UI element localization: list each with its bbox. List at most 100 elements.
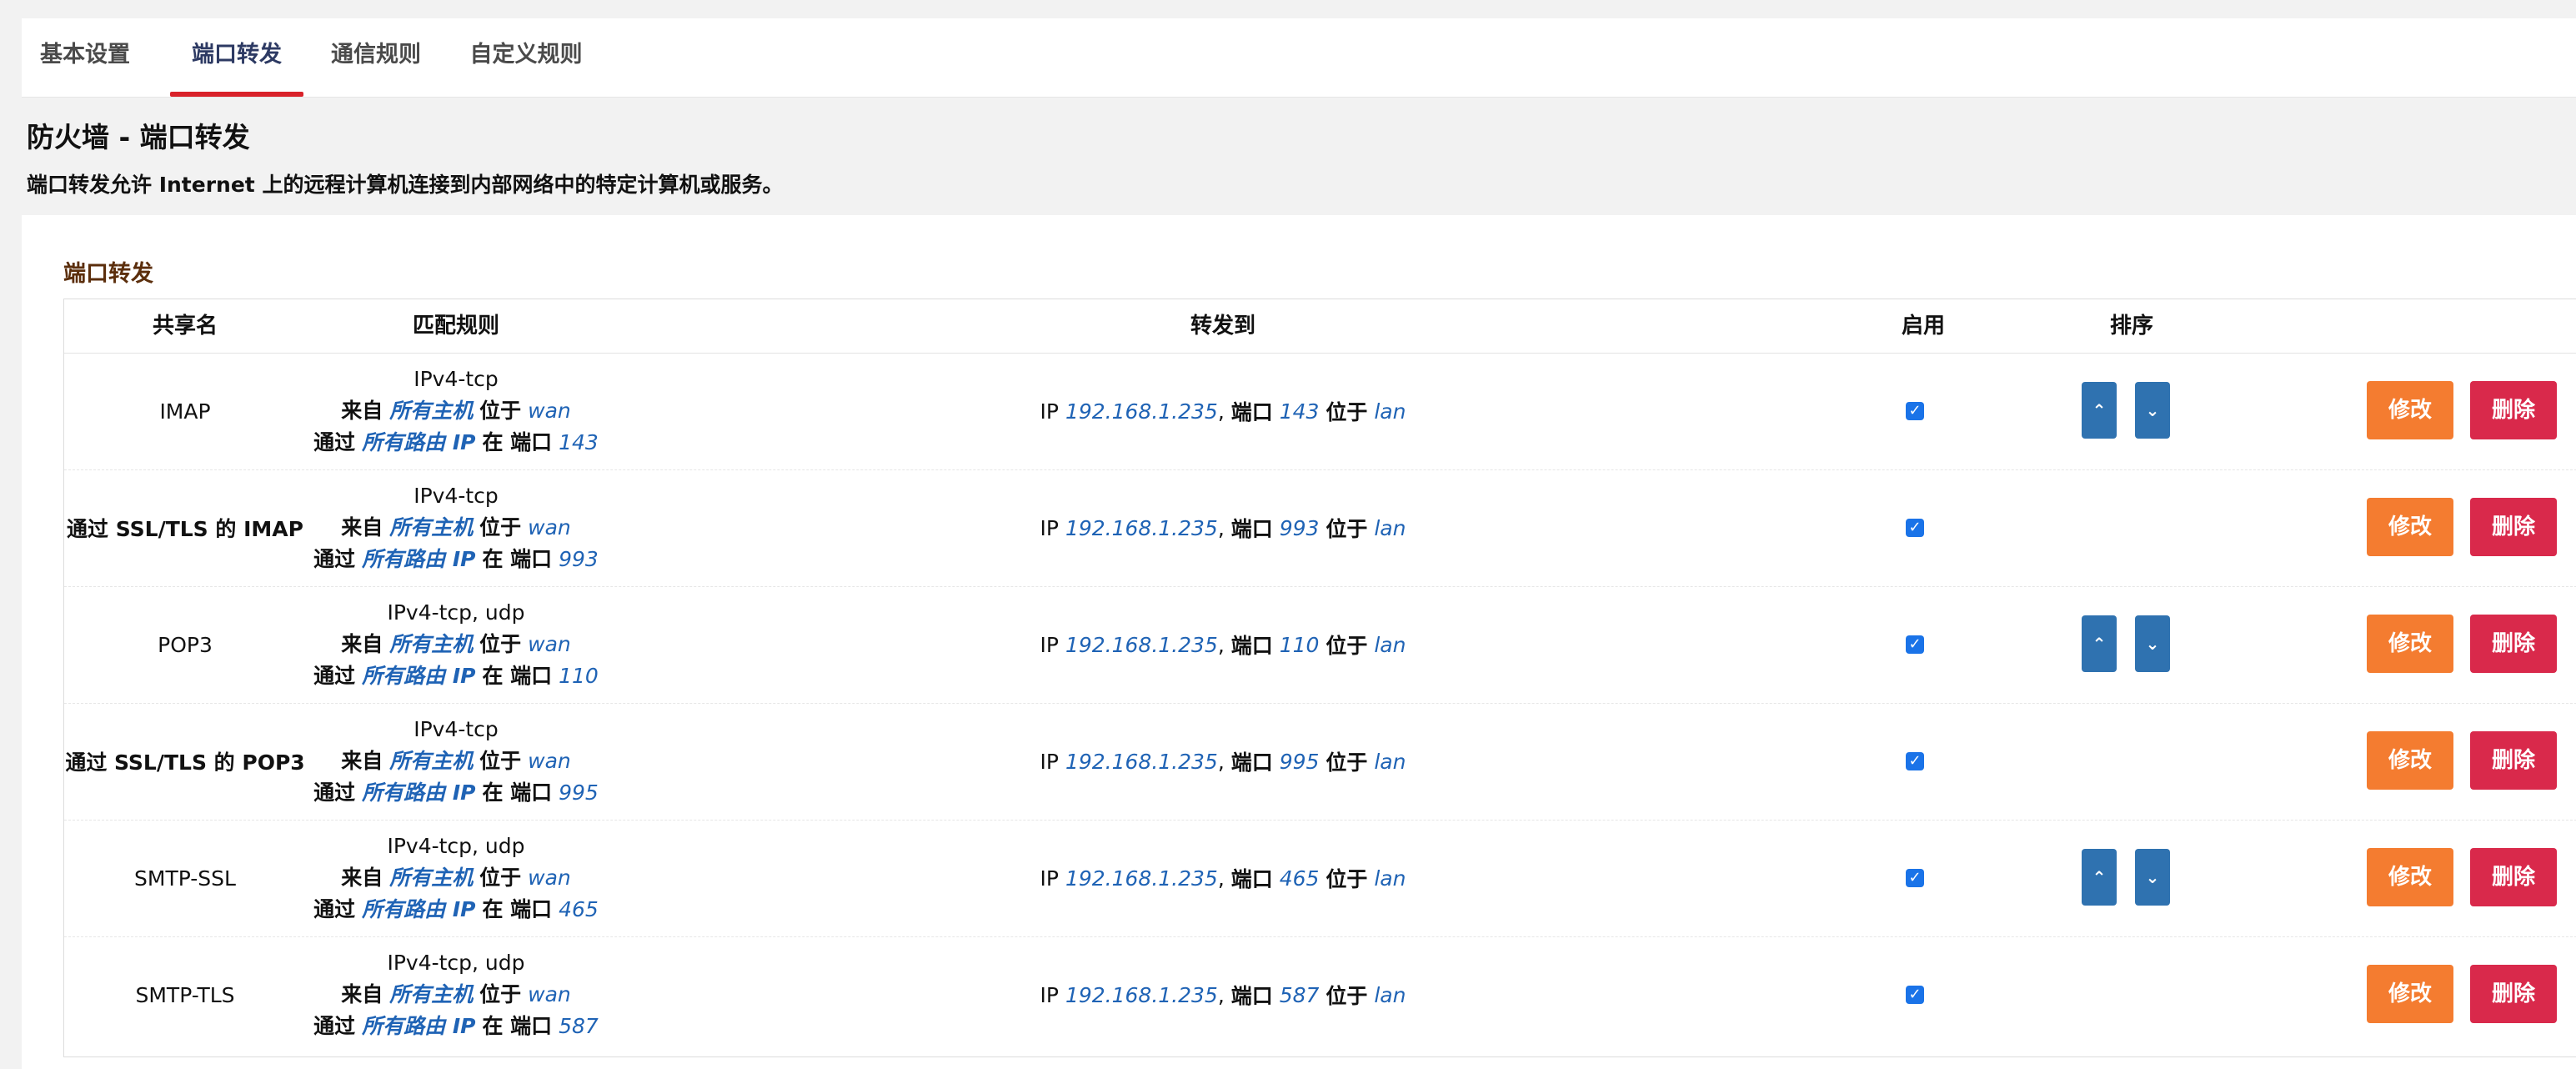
source-zone: wan: [528, 982, 571, 1006]
port-label: 端口: [1230, 634, 1273, 658]
enable-cell: ✓: [1882, 469, 1948, 586]
table-header: 共享名 匹配规则 转发到 启用 排序: [64, 299, 2576, 354]
checkbox-checked-icon[interactable]: ✓: [1906, 986, 1924, 1004]
tab-label: 通信规则: [331, 42, 421, 68]
dest-zone: lan: [1374, 632, 1406, 657]
any-host: 所有主机: [389, 632, 474, 656]
via-line: 通过 所有路由 IP 在 端口 110: [313, 660, 599, 692]
tab-port-forwarding[interactable]: 端口转发: [170, 18, 303, 97]
dest-ip: 192.168.1.235: [1065, 982, 1218, 1007]
rule-name: SMTP-TLS: [135, 982, 235, 1007]
delete-button[interactable]: 删除: [2470, 615, 2557, 673]
any-host: 所有主机: [389, 399, 474, 423]
move-down-button[interactable]: ⌄: [2135, 849, 2170, 906]
edit-button[interactable]: 修改: [2367, 848, 2453, 906]
at-label: 位于: [479, 982, 522, 1006]
dest-zone: lan: [1374, 866, 1406, 891]
comma: ,: [1217, 632, 1225, 657]
comma: ,: [1217, 515, 1225, 540]
edit-button[interactable]: 修改: [2367, 731, 2453, 790]
edit-button[interactable]: 修改: [2367, 498, 2453, 556]
table-row: POP3 IPv4-tcp, udp 来自 所有主机 位于 wan 通过 所有路…: [64, 586, 2576, 704]
external-port: 110: [559, 664, 599, 688]
source-line: 来自 所有主机 位于 wan: [341, 979, 571, 1011]
dest-port: 993: [1279, 515, 1320, 540]
edit-button[interactable]: 修改: [2367, 965, 2453, 1023]
enable-cell: ✓: [1882, 936, 1948, 1053]
column-header-forward: 转发到: [1190, 314, 1255, 339]
delete-button[interactable]: 删除: [2470, 731, 2557, 790]
at-label: 位于: [1326, 400, 1368, 424]
column-header-sort: 排序: [2109, 314, 2153, 339]
from-label: 来自: [341, 749, 383, 773]
at-label: 位于: [479, 632, 522, 656]
via-label: 通过: [313, 547, 356, 571]
move-down-button[interactable]: ⌄: [2135, 615, 2170, 672]
tab-custom-rules[interactable]: 自定义规则: [447, 18, 605, 97]
checkbox-checked-icon[interactable]: ✓: [1906, 519, 1924, 537]
tab-label: 端口转发: [192, 42, 282, 68]
via-line: 通过 所有路由 IP 在 端口 143: [313, 427, 599, 459]
at-port-label: 在 端口: [482, 1014, 553, 1038]
forward-target: IP 192.168.1.235, 端口 993 位于 lan: [1040, 469, 1406, 586]
from-label: 来自: [341, 399, 383, 423]
move-up-button[interactable]: ⌃: [2082, 382, 2117, 439]
source-line: 来自 所有主机 位于 wan: [341, 395, 571, 427]
dest-ip: 192.168.1.235: [1065, 399, 1218, 424]
at-label: 位于: [1326, 750, 1368, 775]
delete-button[interactable]: 删除: [2470, 965, 2557, 1023]
via-line: 通过 所有路由 IP 在 端口 995: [313, 777, 599, 809]
dest-port: 143: [1279, 399, 1320, 424]
checkbox-checked-icon[interactable]: ✓: [1906, 635, 1924, 654]
move-up-button[interactable]: ⌃: [2082, 615, 2117, 672]
at-label: 位于: [1326, 634, 1368, 658]
edit-button[interactable]: 修改: [2367, 615, 2453, 673]
checkbox-checked-icon[interactable]: ✓: [1906, 402, 1924, 420]
delete-button[interactable]: 删除: [2470, 848, 2557, 906]
enable-cell: ✓: [1882, 703, 1948, 820]
dest-ip: 192.168.1.235: [1065, 515, 1218, 540]
dest-port: 995: [1279, 749, 1320, 774]
edit-button[interactable]: 修改: [2367, 381, 2453, 439]
protocol: IPv4-tcp: [413, 484, 499, 508]
chevron-up-icon: ⌃: [2092, 400, 2107, 420]
dest-port: 465: [1279, 866, 1320, 891]
via-label: 通过: [313, 780, 356, 805]
source-zone: wan: [528, 866, 571, 890]
delete-button[interactable]: 删除: [2470, 498, 2557, 556]
match-rule: IPv4-tcp, udp 来自 所有主机 位于 wan 通过 所有路由 IP …: [306, 586, 606, 703]
chevron-down-icon: ⌄: [2145, 400, 2160, 420]
any-host: 所有主机: [389, 749, 474, 773]
chevron-up-icon: ⌃: [2092, 634, 2107, 654]
at-label: 位于: [479, 399, 522, 423]
forward-target: IP 192.168.1.235, 端口 587 位于 lan: [1040, 936, 1406, 1053]
at-port-label: 在 端口: [482, 780, 553, 805]
move-up-button[interactable]: ⌃: [2082, 849, 2117, 906]
at-label: 位于: [1326, 867, 1368, 891]
checkbox-checked-icon[interactable]: ✓: [1906, 869, 1924, 887]
checkbox-checked-icon[interactable]: ✓: [1906, 752, 1924, 770]
forward-target: IP 192.168.1.235, 端口 143 位于 lan: [1040, 353, 1406, 469]
at-label: 位于: [1326, 984, 1368, 1008]
comma: ,: [1217, 749, 1225, 774]
via-line: 通过 所有路由 IP 在 端口 465: [313, 894, 599, 926]
tab-traffic-rules[interactable]: 通信规则: [312, 18, 440, 97]
move-down-button[interactable]: ⌄: [2135, 382, 2170, 439]
forward-target: IP 192.168.1.235, 端口 110 位于 lan: [1040, 586, 1406, 703]
via-line: 通过 所有路由 IP 在 端口 587: [313, 1011, 599, 1042]
any-host: 所有主机: [389, 866, 474, 890]
rule-name: 通过 SSL/TLS 的 IMAP: [67, 517, 303, 541]
external-port: 993: [559, 547, 599, 571]
delete-button[interactable]: 删除: [2470, 381, 2557, 439]
dest-zone: lan: [1374, 515, 1406, 540]
column-header-match: 匹配规则: [412, 314, 499, 339]
table-row: 通过 SSL/TLS 的 POP3 IPv4-tcp 来自 所有主机 位于 wa…: [64, 703, 2576, 821]
tab-basic-settings[interactable]: 基本设置: [22, 18, 148, 97]
from-label: 来自: [341, 632, 383, 656]
page: 基本设置 端口转发 通信规则 自定义规则 防火墙 - 端口转发 端口转发允许 I…: [0, 0, 2576, 1069]
column-header-name: 共享名: [152, 314, 218, 339]
source-zone: wan: [528, 749, 571, 773]
tab-bar: 基本设置 端口转发 通信规则 自定义规则: [22, 18, 2576, 98]
match-rule: IPv4-tcp 来自 所有主机 位于 wan 通过 所有路由 IP 在 端口 …: [306, 353, 606, 469]
ip-label: IP: [1040, 632, 1059, 657]
